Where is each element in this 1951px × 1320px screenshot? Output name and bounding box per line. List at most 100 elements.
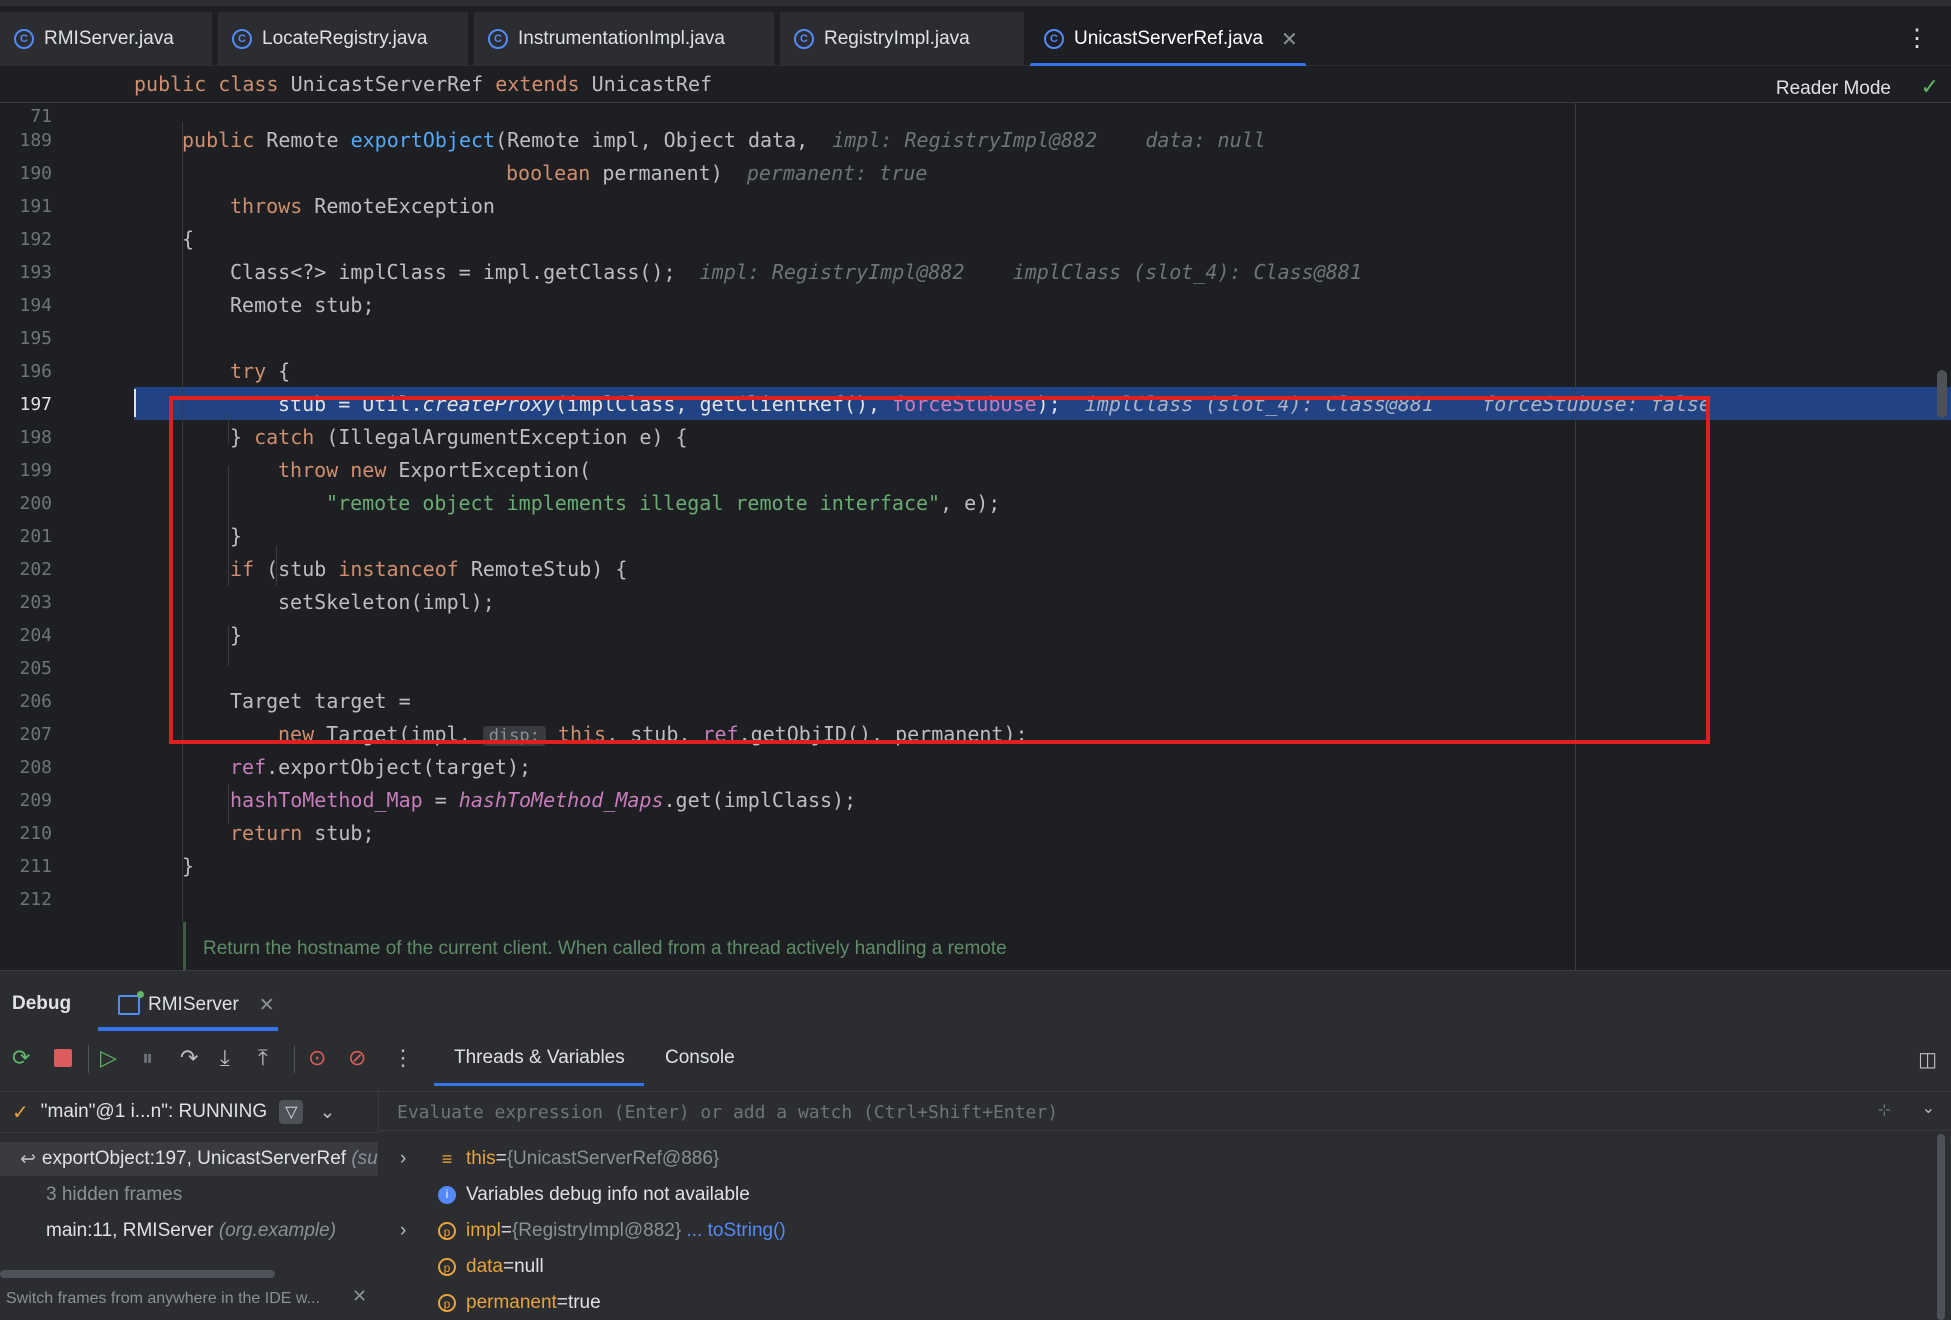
frames-scrollbar[interactable] — [0, 1270, 275, 1278]
code-line-209[interactable]: hashToMethod_Map = hashToMethod_Maps.get… — [230, 788, 856, 812]
tab-label: RegistryImpl.java — [824, 28, 970, 49]
pause-icon[interactable]: ⏸ — [142, 1045, 153, 1071]
line-number[interactable]: 205 — [18, 658, 52, 679]
tab-unicastserverref[interactable]: C UnicastServerRef.java ✕ — [1030, 12, 1306, 68]
filter-icon[interactable]: ▽ — [279, 1100, 304, 1124]
tab-label: InstrumentationImpl.java — [518, 28, 725, 49]
tab-locateregistry[interactable]: C LocateRegistry.java — [218, 12, 468, 66]
step-into-icon[interactable]: ⤓ — [220, 1045, 230, 1071]
close-icon[interactable]: ✕ — [259, 994, 275, 1017]
doc-comment-text: Return the hostname of the current clien… — [203, 938, 1007, 959]
tab-registryimpl[interactable]: C RegistryImpl.java — [780, 12, 1024, 66]
doc-comment-bar — [183, 922, 186, 970]
more-options-icon[interactable]: ⋮ — [392, 1045, 414, 1071]
line-number[interactable]: 193 — [18, 262, 52, 283]
code-line-189[interactable]: public Remote exportObject(Remote impl, … — [182, 128, 1266, 152]
chevron-right-icon[interactable]: › — [400, 1220, 416, 1242]
line-number[interactable]: 207 — [18, 724, 52, 745]
java-class-icon: C — [794, 29, 814, 49]
variables-scrollbar[interactable] — [1937, 1134, 1945, 1320]
thread-selector[interactable]: ✓ "main"@1 i...n": RUNNING ▽ ⌄ — [0, 1091, 378, 1133]
tab-instrumentationimpl[interactable]: C InstrumentationImpl.java — [474, 12, 774, 66]
stop-icon[interactable] — [54, 1049, 72, 1067]
line-number[interactable]: 209 — [18, 790, 52, 811]
variable-row-this[interactable]: › ≡ this = {UnicastServerRef@886} — [378, 1142, 719, 1176]
code-line-196[interactable]: try { — [230, 359, 290, 383]
close-tab-icon[interactable]: ✕ — [1281, 27, 1298, 52]
tab-rmiserver[interactable]: C RMIServer.java — [0, 12, 212, 66]
check-icon: ✓ — [12, 1101, 29, 1124]
rerun-icon[interactable]: ⟳ — [12, 1045, 30, 1071]
chevron-right-icon[interactable]: › — [400, 1148, 416, 1170]
line-number[interactable]: 190 — [18, 163, 52, 184]
layout-icon[interactable]: ◫ — [1918, 1047, 1937, 1072]
line-number[interactable]: 191 — [18, 196, 52, 217]
code-line-210[interactable]: return stub; — [230, 821, 375, 845]
code-line-211[interactable]: } — [182, 854, 194, 878]
debug-panel-title: Debug — [12, 993, 72, 1014]
chevron-down-icon[interactable]: ⌄ — [1922, 1098, 1935, 1118]
java-class-icon: C — [488, 29, 508, 49]
line-number[interactable]: 212 — [18, 889, 52, 910]
line-number[interactable]: 189 — [18, 130, 52, 151]
tab-label: LocateRegistry.java — [262, 28, 428, 49]
run-config-tab[interactable]: RMIServer ✕ — [98, 979, 278, 1031]
line-number[interactable]: 204 — [18, 625, 52, 646]
java-class-icon: C — [14, 29, 34, 49]
more-tabs-icon[interactable]: ⋮ — [1905, 24, 1929, 53]
mute-breakpoints-icon[interactable]: ⊘ — [348, 1045, 366, 1071]
line-number[interactable]: 208 — [18, 757, 52, 778]
editor-scrollbar[interactable] — [1937, 370, 1947, 418]
line-number[interactable]: 194 — [18, 295, 52, 316]
tab-threads-variables[interactable]: Threads & Variables — [454, 1047, 625, 1069]
stack-icon: ≡ — [441, 1149, 453, 1169]
run-config-label: RMIServer — [148, 994, 239, 1015]
line-number[interactable]: 195 — [18, 328, 52, 349]
code-line-192[interactable]: { — [182, 227, 194, 251]
tab-console[interactable]: Console — [665, 1047, 735, 1069]
frame-item[interactable]: ↩ exportObject:197, UnicastServerRef (su — [0, 1142, 378, 1176]
active-subtab-indicator — [434, 1083, 644, 1086]
code-line-194[interactable]: Remote stub; — [230, 293, 375, 317]
code-line-191[interactable]: throws RemoteException — [230, 194, 495, 218]
resume-icon[interactable]: ▷ — [100, 1045, 117, 1071]
line-number[interactable]: 198 — [18, 427, 52, 448]
code-line-193[interactable]: Class<?> implClass = impl.getClass(); im… — [230, 260, 1362, 284]
line-number[interactable]: 201 — [18, 526, 52, 547]
add-watch-icon[interactable]: ⊹ — [1878, 1100, 1891, 1120]
line-number[interactable]: 196 — [18, 361, 52, 382]
variable-row-permanent[interactable]: p permanent = true — [378, 1286, 601, 1320]
step-over-icon[interactable]: ↷ — [180, 1045, 198, 1071]
close-icon[interactable]: ✕ — [352, 1286, 367, 1307]
tab-label: RMIServer.java — [44, 28, 174, 49]
line-number[interactable]: 203 — [18, 592, 52, 613]
line-number[interactable]: 211 — [18, 856, 52, 877]
java-class-icon: C — [1044, 29, 1064, 49]
line-number[interactable]: 206 — [18, 691, 52, 712]
sticky-code-line[interactable]: public class UnicastServerRef extends Un… — [134, 72, 712, 96]
view-breakpoints-icon[interactable]: ⊙ — [308, 1045, 326, 1071]
frame-item[interactable]: main:11, RMIServer (org.example) — [0, 1214, 378, 1248]
red-annotation-box — [169, 396, 1710, 744]
line-number[interactable]: 200 — [18, 493, 52, 514]
chevron-down-icon[interactable]: ⌄ — [319, 1101, 335, 1124]
evaluate-expression-input[interactable] — [395, 1098, 1799, 1126]
step-out-icon[interactable]: ⤒ — [258, 1045, 268, 1071]
variable-row-impl[interactable]: › p impl = {RegistryImpl@882} ... toStri… — [378, 1214, 786, 1248]
line-number[interactable]: 202 — [18, 559, 52, 580]
current-line-number[interactable]: 197 — [18, 394, 52, 415]
code-line-190[interactable]: boolean permanent) permanent: true — [506, 161, 927, 185]
variable-info-row: i Variables debug info not available — [378, 1178, 750, 1212]
hidden-frames-item[interactable]: 3 hidden frames — [0, 1178, 378, 1212]
java-class-icon: C — [232, 29, 252, 49]
tostring-link[interactable]: ... toString() — [687, 1220, 786, 1242]
editor-tab-bar: C RMIServer.java C LocateRegistry.java C… — [0, 0, 1951, 68]
line-number[interactable]: 192 — [18, 229, 52, 250]
line-number: 71 — [30, 106, 52, 127]
reader-mode-button[interactable]: Reader Mode — [1776, 78, 1891, 100]
code-line-208[interactable]: ref.exportObject(target); — [230, 755, 531, 779]
code-editor[interactable]: 71 189 190 191 192 193 194 195 196 197 1… — [0, 66, 1951, 970]
line-number[interactable]: 210 — [18, 823, 52, 844]
line-number[interactable]: 199 — [18, 460, 52, 481]
variable-row-data[interactable]: p data = null — [378, 1250, 544, 1284]
